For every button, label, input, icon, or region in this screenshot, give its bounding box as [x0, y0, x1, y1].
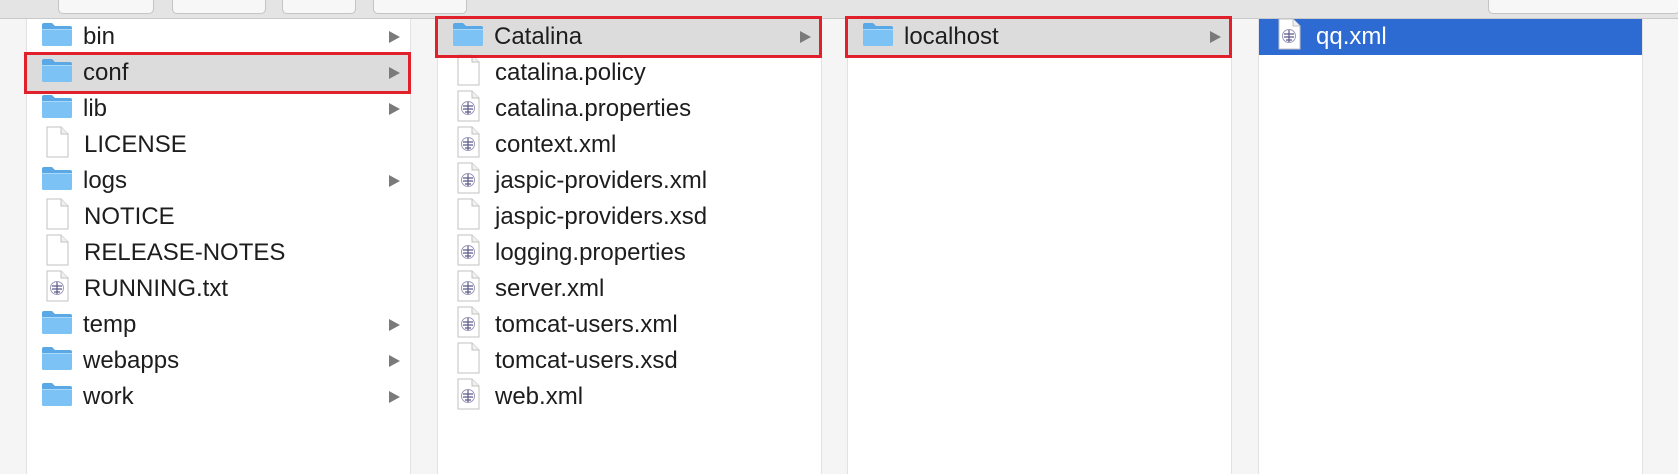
blank-document-icon [455, 198, 481, 237]
list-item-conf[interactable]: conf [27, 55, 410, 91]
list-item-license[interactable]: LICENSE [27, 126, 410, 165]
list-item-catalina[interactable]: Catalina [438, 19, 821, 55]
folder-icon [41, 93, 73, 126]
blank-document-icon [455, 342, 481, 381]
item-label: RUNNING.txt [84, 275, 228, 302]
disclosure-arrow-icon [389, 391, 400, 403]
list-item-running-txt[interactable]: RUNNING.txt [27, 270, 410, 309]
disclosure-arrow-icon [389, 67, 400, 79]
folder-icon [41, 21, 73, 54]
text-document-icon [455, 162, 481, 201]
list-item-notice[interactable]: NOTICE [27, 198, 410, 237]
disclosure-arrow-icon [389, 319, 400, 331]
item-label: logging.properties [495, 239, 686, 266]
folder-icon [41, 345, 73, 378]
disclosure-arrow-icon [389, 355, 400, 367]
folder-icon [41, 57, 73, 90]
toolbar-strip [0, 0, 1678, 19]
list-item-bin[interactable]: bin [27, 19, 410, 55]
list-item-tomcat-users-xsd[interactable]: tomcat-users.xsd [438, 342, 821, 381]
list-item-logging-properties[interactable]: logging.properties [438, 234, 821, 273]
item-label: tomcat-users.xsd [495, 347, 678, 374]
list-item-tomcat-users-xml[interactable]: tomcat-users.xml [438, 306, 821, 345]
list-item-localhost[interactable]: localhost [848, 19, 1231, 55]
column-root: bin conf lib LICENSE logs NOTICE RELEASE-NOTES… [26, 19, 411, 474]
column-conf: Catalina catalina.policy catalina.properti… [437, 19, 822, 474]
item-label: NOTICE [84, 203, 175, 230]
item-label: catalina.properties [495, 95, 692, 122]
blank-document-icon [455, 54, 481, 93]
item-label: localhost [904, 23, 999, 50]
toolbar-button[interactable] [172, 0, 266, 14]
list-item-jaspic-providers-xsd[interactable]: jaspic-providers.xsd [438, 198, 821, 237]
item-label: jaspic-providers.xsd [495, 203, 708, 230]
folder-icon [41, 165, 73, 198]
blank-document-icon [44, 234, 70, 273]
text-document-icon [455, 270, 481, 309]
column-localhost: qq.xml [1258, 18, 1643, 474]
item-label: server.xml [495, 275, 605, 302]
text-document-icon [455, 306, 481, 345]
list-item-work[interactable]: work [27, 379, 410, 415]
disclosure-arrow-icon [389, 103, 400, 115]
blank-document-icon [44, 126, 70, 165]
item-label: temp [83, 311, 137, 338]
item-label: catalina.policy [495, 59, 646, 86]
folder-icon [452, 21, 484, 54]
folder-icon [41, 381, 73, 414]
list-item-logs[interactable]: logs [27, 163, 410, 199]
list-item-server-xml[interactable]: server.xml [438, 270, 821, 309]
item-label: LICENSE [84, 131, 187, 158]
list-item-web-xml[interactable]: web.xml [438, 378, 821, 417]
disclosure-arrow-icon [1210, 31, 1221, 43]
item-label: conf [83, 59, 129, 86]
item-label: RELEASE-NOTES [84, 239, 286, 266]
item-label: Catalina [494, 23, 583, 50]
text-document-icon [1276, 18, 1302, 57]
list-item-temp[interactable]: temp [27, 307, 410, 343]
text-document-icon [44, 270, 70, 309]
folder-icon [862, 21, 894, 54]
item-label: logs [83, 167, 128, 194]
text-document-icon [455, 126, 481, 165]
disclosure-arrow-icon [389, 175, 400, 187]
text-document-icon [455, 378, 481, 417]
list-item-webapps[interactable]: webapps [27, 343, 410, 379]
item-label: work [83, 383, 134, 410]
list-item-qq-xml[interactable]: qq.xml [1259, 18, 1642, 57]
text-document-icon [455, 234, 481, 273]
item-label: qq.xml [1316, 23, 1387, 50]
disclosure-arrow-icon [800, 31, 811, 43]
column-catalina: localhost [847, 19, 1232, 474]
item-label: web.xml [495, 383, 584, 410]
item-label: tomcat-users.xml [495, 311, 678, 338]
list-item-release-notes[interactable]: RELEASE-NOTES [27, 234, 410, 273]
item-label: lib [83, 95, 108, 122]
list-item-lib[interactable]: lib [27, 91, 410, 127]
item-label: context.xml [495, 131, 617, 158]
toolbar-button[interactable] [1488, 0, 1678, 14]
disclosure-arrow-icon [389, 31, 400, 43]
blank-document-icon [44, 198, 70, 237]
list-item-catalina-properties[interactable]: catalina.properties [438, 90, 821, 129]
toolbar-button[interactable] [282, 0, 356, 14]
item-label: webapps [83, 347, 180, 374]
toolbar-button[interactable] [58, 0, 154, 14]
item-label: jaspic-providers.xml [495, 167, 708, 194]
item-label: bin [83, 23, 116, 50]
list-item-catalina-policy[interactable]: catalina.policy [438, 54, 821, 93]
list-item-context-xml[interactable]: context.xml [438, 126, 821, 165]
folder-icon [41, 309, 73, 342]
toolbar-button[interactable] [373, 0, 467, 14]
list-item-jaspic-providers-xml[interactable]: jaspic-providers.xml [438, 162, 821, 201]
text-document-icon [455, 90, 481, 129]
